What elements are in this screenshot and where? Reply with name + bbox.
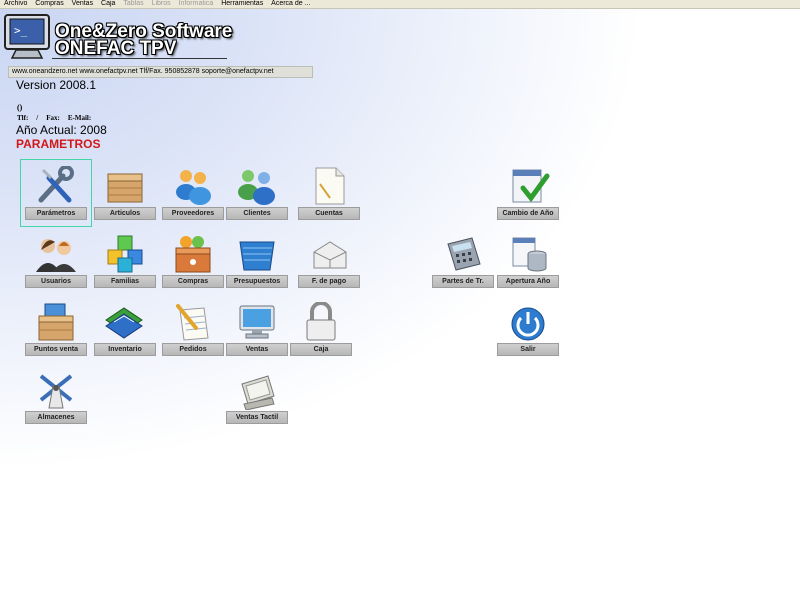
tile-label: Parámetros: [25, 207, 87, 220]
tile-parametros[interactable]: Parámetros: [20, 159, 92, 227]
tile-label: F. de pago: [298, 275, 360, 288]
tile-ventas-tactil[interactable]: Ventas Tactil: [222, 364, 292, 430]
cubes-icon: [102, 234, 148, 274]
tile-label: Proveedores: [162, 207, 224, 220]
menu-informatica: Informatica: [178, 0, 214, 7]
tile-label: Puntos venta: [25, 343, 87, 356]
menu-libros: Libros: [151, 0, 171, 7]
fax-label: Fax:: [46, 114, 60, 122]
tile-presupuestos[interactable]: Presupuestos: [222, 228, 292, 294]
tlf-label: Tlf:: [17, 114, 29, 122]
database-icon: [505, 234, 551, 274]
notepad-pencil-icon: [170, 302, 216, 342]
tile-almacenes[interactable]: Almacenes: [21, 364, 91, 430]
menu-tablas: Tablas: [123, 0, 144, 7]
windmill-icon: [33, 370, 79, 410]
tile-label: Ventas Tactil: [226, 411, 288, 424]
tile-ventas[interactable]: Ventas: [222, 296, 292, 362]
power-icon: [505, 302, 551, 342]
tile-label: Inventario: [94, 343, 156, 356]
tile-caja[interactable]: Caja: [286, 296, 356, 362]
tile-label: Articulos: [94, 207, 156, 220]
tile-label: Caja: [290, 343, 352, 356]
document-icon: [306, 166, 352, 206]
store-box-icon: [33, 302, 79, 342]
contact-bar: www.oneandzero.net www.onefactpv.net Tlf…: [8, 66, 313, 78]
tile-label: Clientes: [226, 207, 288, 220]
tile-label: Cuentas: [298, 207, 360, 220]
tile-label: Compras: [162, 275, 224, 288]
tile-usuarios[interactable]: Usuarios: [21, 228, 91, 294]
tile-label: Ventas: [226, 343, 288, 356]
touch-terminal-icon: [234, 370, 280, 410]
tile-label: Familias: [94, 275, 156, 288]
tile-cambio-ano[interactable]: Cambio de Año: [493, 160, 563, 226]
email-label: E-Mail:: [67, 114, 92, 122]
tile-compras[interactable]: Compras: [158, 228, 228, 294]
svg-text:>_: >_: [14, 24, 28, 37]
section-title: PARAMETROS: [16, 137, 101, 151]
contact-fields: Tlf: / Fax: E-Mail:: [17, 114, 99, 122]
tile-label: Almacenes: [25, 411, 87, 424]
tile-label: Pedidos: [162, 343, 224, 356]
calendar-check-icon: [505, 166, 551, 206]
menu-acerca[interactable]: Acerca de ...: [271, 0, 310, 8]
books-icon: [102, 302, 148, 342]
tile-inventario[interactable]: Inventario: [90, 296, 160, 362]
wrench-screwdriver-icon: [33, 166, 79, 206]
tile-proveedores[interactable]: Proveedores: [158, 160, 228, 226]
menu-archivo[interactable]: Archivo: [4, 0, 27, 8]
menu-compras[interactable]: Compras: [35, 0, 63, 8]
menu-ventas[interactable]: Ventas: [72, 0, 93, 8]
current-year: Año Actual: 2008: [16, 123, 107, 137]
padlock-icon: [298, 302, 344, 342]
tile-label: Apertura Año: [497, 275, 559, 288]
tile-articulos[interactable]: Articulos: [90, 160, 160, 226]
tile-apertura[interactable]: Apertura Año: [493, 228, 563, 294]
tile-clientes[interactable]: Clientes: [222, 160, 292, 226]
box-icon: [102, 166, 148, 206]
company-name: (): [17, 103, 23, 112]
brand-divider: [52, 58, 227, 59]
monitor-logo-icon: >_: [2, 12, 54, 62]
tile-f-pago[interactable]: F. de pago: [294, 228, 364, 294]
users-icon: [33, 234, 79, 274]
tile-label: Usuarios: [25, 275, 87, 288]
monitor-icon: [234, 302, 280, 342]
version-label: Version 2008.1: [16, 78, 97, 92]
slash-separator: /: [36, 114, 39, 122]
tile-cuentas[interactable]: Cuentas: [294, 160, 364, 226]
product-name: ONEFAC TPV: [55, 38, 177, 59]
people-group-icon: [234, 166, 280, 206]
tile-label: Cambio de Año: [497, 207, 559, 220]
tile-pedidos[interactable]: Pedidos: [158, 296, 228, 362]
tile-label: Salir: [497, 343, 559, 356]
tile-salir[interactable]: Salir: [493, 296, 563, 362]
people-group-icon: [170, 166, 216, 206]
menu-herramientas[interactable]: Herramientas: [221, 0, 263, 8]
calculator-icon: [440, 234, 486, 274]
menu-bar: Archivo Compras Ventas Caja Tablas Libro…: [0, 0, 800, 9]
basket-box-icon: [170, 234, 216, 274]
tile-label: Presupuestos: [226, 275, 288, 288]
tile-partes[interactable]: Partes de Tr.: [428, 228, 498, 294]
tile-label: Partes de Tr.: [432, 275, 494, 288]
menu-caja[interactable]: Caja: [101, 0, 115, 8]
tile-familias[interactable]: Familias: [90, 228, 160, 294]
paper-tray-icon: [306, 234, 352, 274]
stack-notepad-icon: [234, 234, 280, 274]
tile-puntos-venta[interactable]: Puntos venta: [21, 296, 91, 362]
